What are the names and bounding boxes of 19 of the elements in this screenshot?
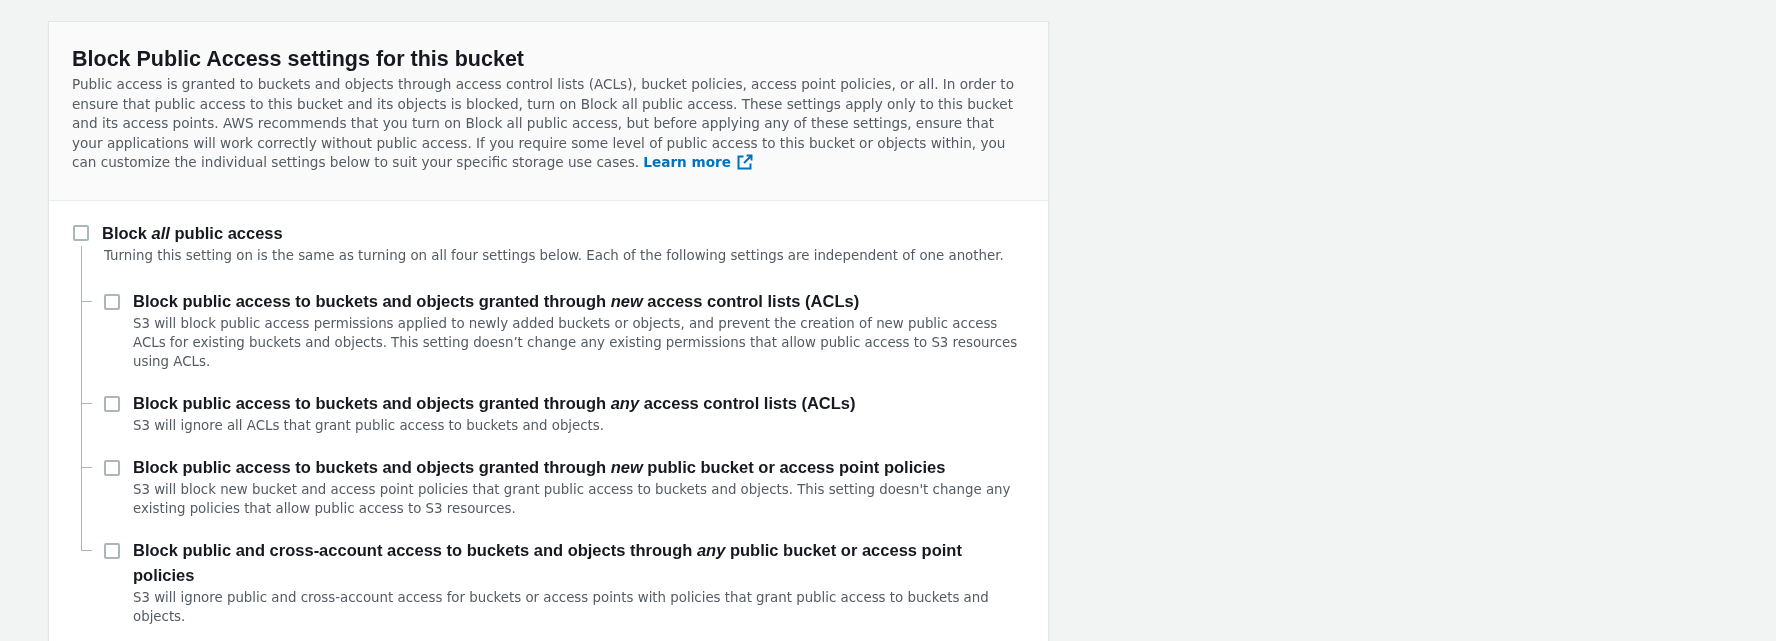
- checkbox[interactable]: [104, 459, 120, 476]
- setting-description: S3 will block new bucket and access point policies that grant public access to buckets and objects. This setting doesn't change any existing policies that allow public access to S3 resources.: [133, 480, 1012, 518]
- panel-title: Block Public Access settings for this bucket: [72, 46, 526, 73]
- checkbox[interactable]: [73, 224, 89, 241]
- checkbox[interactable]: [104, 293, 120, 310]
- setting-label: Block public access to buckets and objects granted through new access control lists (ACLs): [133, 290, 861, 312]
- setting-description: Turning this setting on is the same as turning on all four settings below. Each of the following settings are independent of one another.: [104, 246, 1004, 265]
- checkbox[interactable]: [104, 395, 120, 412]
- setting-label: Block public access to buckets and objects granted through any access control lists (ACLs): [133, 392, 857, 414]
- checkbox[interactable]: [104, 542, 120, 559]
- setting-label: Block public access to buckets and objects granted through new public bucket or access point policies: [133, 456, 947, 478]
- setting-label: Block all public access: [102, 222, 283, 244]
- setting-description: S3 will ignore all ACLs that grant public access to buckets and objects.: [133, 416, 606, 435]
- setting-description: S3 will ignore public and cross-account access for buckets or access points with policies that grant public access to buckets and objects.: [133, 588, 990, 626]
- setting-description: S3 will block public access permissions applied to newly added buckets or objects, and prevent the creation of new public access ACLs for existing buckets and objects. This setting doesn’t change any existing permissions that allow public access to S3 resources using ACLs.: [133, 314, 1019, 371]
- learn-more-link[interactable]: Learn more: [643, 154, 731, 170]
- panel-description: Public access is granted to buckets and objects through access control lists (ACLs), bucket policies, access point policies, or all. In order to ensure that public access to this bucket and its objects is blocked, turn on Block all public access. These settings apply only to this bucket and its access points. AWS recommends that you turn on Block all public access, but before applying any of these settings, ensure that your applications will work correctly without public access. If you require some level of public access to this bucket or objects within, you can customize the individual settings below to suit your specific storage use cases. Learn more: [72, 75, 1015, 172]
- external-link-icon: [737, 154, 754, 170]
- setting-label: Block public and cross-account access to buckets and objects through any public bucket or access point policies: [133, 539, 963, 586]
